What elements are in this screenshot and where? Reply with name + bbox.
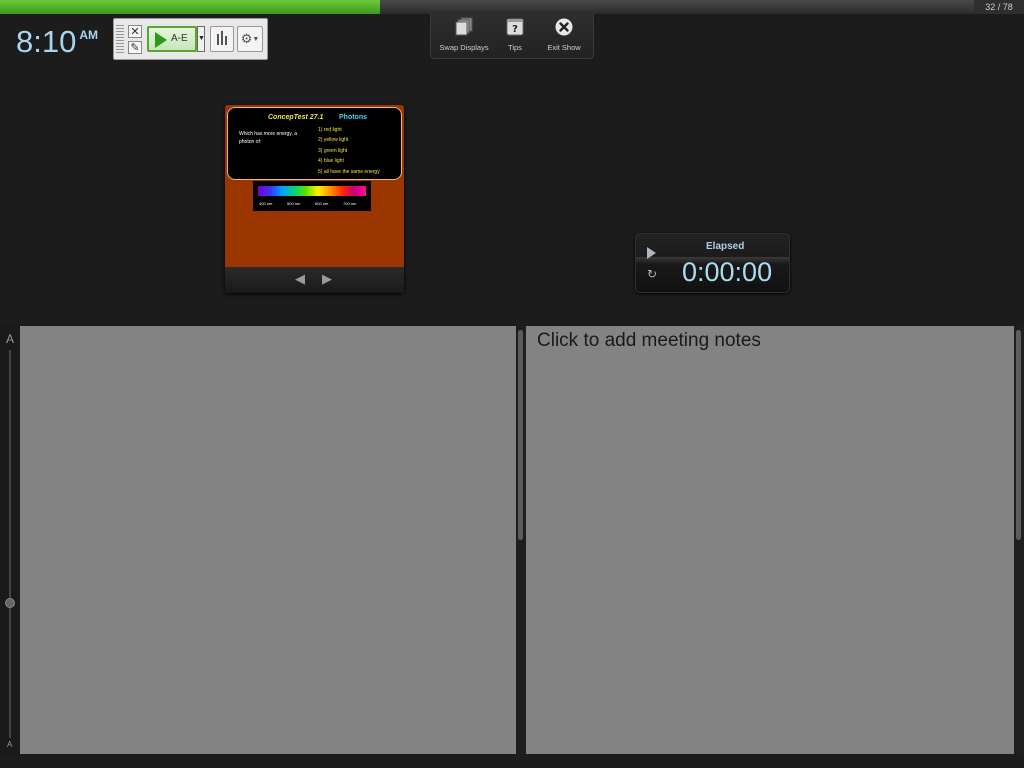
question-box: ConcepTest 27.1 Photons Which has more e… bbox=[227, 107, 402, 180]
slide-progress-bar bbox=[0, 0, 1024, 14]
font-size-slider: A A bbox=[0, 326, 20, 754]
slide-counter: 32 / 78 bbox=[974, 0, 1024, 14]
spectrum-label: 500 nm bbox=[287, 201, 301, 206]
next-slide-button[interactable]: ▶ bbox=[320, 272, 334, 286]
svg-text:?: ? bbox=[512, 24, 518, 35]
font-slider-thumb[interactable] bbox=[5, 598, 15, 608]
swap-displays-button[interactable]: Swap Displays bbox=[437, 17, 491, 52]
poll-type-dropdown[interactable]: ▼ bbox=[197, 26, 205, 52]
chevron-down-icon: ▼ bbox=[252, 36, 260, 43]
answer-option: 5) all have the same energy bbox=[318, 168, 380, 175]
font-large-label: A bbox=[6, 332, 15, 346]
chevron-down-icon: ▼ bbox=[198, 35, 205, 42]
arrow-left-icon: ◀ bbox=[295, 271, 305, 286]
timer-reset-button[interactable]: ↻ bbox=[645, 267, 659, 281]
exit-show-label: Exit Show bbox=[547, 43, 581, 52]
meeting-notes-pane[interactable]: Click to add meeting notes bbox=[526, 326, 1014, 754]
font-slider-track[interactable] bbox=[9, 350, 11, 738]
settings-button[interactable]: ⚙▼ bbox=[237, 26, 263, 52]
close-icon bbox=[555, 18, 573, 36]
bottom-strip bbox=[0, 754, 1024, 768]
swap-displays-label: Swap Displays bbox=[439, 43, 489, 52]
slide-preview: ConcepTest 27.1 Photons Which has more e… bbox=[225, 105, 404, 293]
presenter-notes-scrollbar[interactable] bbox=[518, 330, 523, 540]
drag-grip-icon[interactable] bbox=[116, 25, 124, 53]
spectrum-label: 700 nm bbox=[343, 201, 357, 206]
timer-value: 0:00:00 bbox=[682, 257, 773, 287]
clock: 8:10 AM bbox=[16, 24, 98, 60]
slide-topic: Photons bbox=[339, 114, 367, 121]
play-icon bbox=[155, 32, 167, 48]
clock-time: 8:10 bbox=[16, 24, 77, 59]
swap-displays-icon bbox=[455, 17, 473, 36]
spectrum-bar bbox=[258, 186, 366, 196]
reset-icon: ↻ bbox=[646, 267, 658, 281]
timer-label: Elapsed bbox=[706, 241, 745, 252]
previous-slide-button[interactable]: ◀ bbox=[293, 272, 307, 286]
help-icon: ? bbox=[506, 18, 524, 36]
question-text: Which has more energy, a photon of: bbox=[239, 131, 297, 145]
close-poll-icon[interactable]: ✕ bbox=[128, 25, 142, 38]
presenter-notes-pane[interactable] bbox=[20, 326, 516, 754]
gear-icon: ⚙ bbox=[240, 31, 253, 46]
elapsed-timer: Elapsed ↻ 0:00:00 bbox=[635, 233, 790, 293]
arrow-right-icon: ▶ bbox=[322, 271, 332, 286]
font-small-label: A bbox=[7, 740, 13, 749]
tips-label: Tips bbox=[508, 43, 522, 52]
timer-play-button[interactable] bbox=[647, 247, 656, 259]
slide-image[interactable]: ConcepTest 27.1 Photons Which has more e… bbox=[225, 105, 404, 267]
meeting-notes-placeholder[interactable]: Click to add meeting notes bbox=[537, 330, 761, 352]
answer-option: 2) yellow light bbox=[318, 137, 349, 144]
start-poll-button[interactable]: A-E bbox=[147, 26, 197, 52]
answer-option: 4) blue light bbox=[318, 158, 344, 165]
show-controls: Swap Displays ? Tips Exit Show bbox=[430, 13, 594, 59]
start-poll-label: A-E bbox=[171, 33, 188, 44]
answer-option: 3) green light bbox=[318, 147, 348, 154]
exit-show-button[interactable]: Exit Show bbox=[537, 17, 591, 52]
answer-options: 1) red light 2) yellow light 3) green li… bbox=[318, 125, 380, 177]
tips-button[interactable]: ? Tips bbox=[488, 17, 542, 52]
spectrum-label: 600 nm bbox=[315, 201, 329, 206]
slide-title: ConcepTest 27.1 bbox=[268, 114, 324, 121]
spectrum-label: 400 nm bbox=[259, 201, 273, 206]
clicker-toolbar: ✕ ✎ A-E ▼ ⚙▼ bbox=[113, 18, 268, 60]
clock-ampm: AM bbox=[79, 28, 99, 42]
slide-navigation: ◀ ▶ bbox=[225, 267, 404, 293]
meeting-notes-scrollbar[interactable] bbox=[1016, 330, 1021, 540]
slide-progress-fill bbox=[0, 0, 380, 14]
spectrum-figure: 400 nm 500 nm 600 nm 700 nm bbox=[253, 181, 371, 211]
answer-option: 1) red light bbox=[318, 127, 342, 133]
edit-poll-icon[interactable]: ✎ bbox=[128, 41, 142, 54]
show-results-button[interactable] bbox=[210, 26, 234, 52]
